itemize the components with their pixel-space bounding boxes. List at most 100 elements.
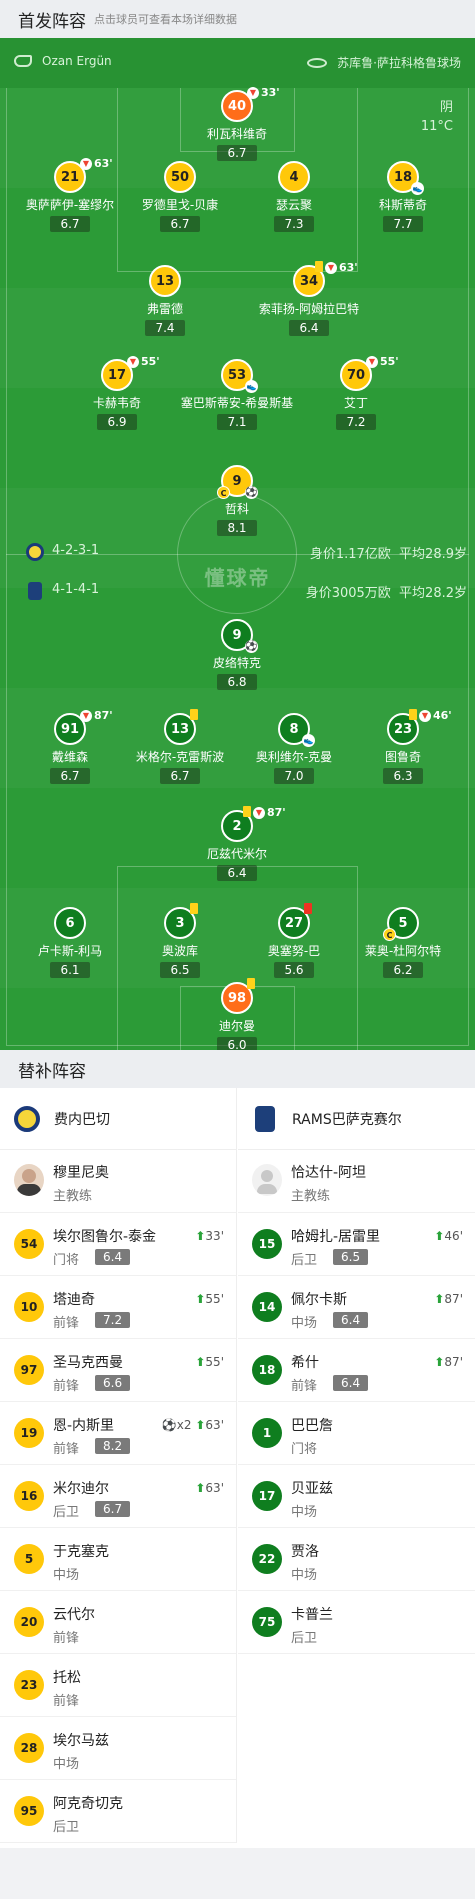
sub-player-row[interactable]: 14 佩尔卡斯 中场 6.4 ⬆87' bbox=[238, 1276, 475, 1339]
away-player[interactable]: 98 迪尔曼 6.0 bbox=[177, 978, 297, 1050]
sub-player-row[interactable]: 20 云代尔 前锋 bbox=[0, 1591, 236, 1654]
player-number: 50 bbox=[164, 161, 196, 193]
goal-ball-icon: ⚽ bbox=[245, 486, 258, 499]
sub-in-icon: ⬆ bbox=[195, 1292, 206, 1306]
sub-player-row[interactable]: 19 恩-内斯里 前锋 8.2 ⚽x2 ⬆63' bbox=[0, 1402, 236, 1465]
coach-avatar-placeholder bbox=[252, 1164, 282, 1196]
away-value: 身价3005万欧 平均28.2岁 bbox=[305, 586, 467, 601]
away-player[interactable]: 9 ⚽ 皮络特克 6.8 bbox=[177, 619, 297, 690]
player-name: 厄兹代米尔 bbox=[206, 847, 267, 861]
player-number: 91 ▼ 87' bbox=[54, 709, 113, 745]
sub-event: ⬆55' bbox=[195, 1292, 224, 1306]
sub-position: 中场 bbox=[53, 1757, 80, 1772]
sub-player-row[interactable]: 22 贾洛 中场 bbox=[238, 1528, 475, 1591]
sub-player-row[interactable]: 75 卡普兰 后卫 bbox=[238, 1591, 475, 1654]
sub-rating: 7.2 bbox=[95, 1312, 131, 1328]
player-name: 奥利维尔-克曼 bbox=[255, 750, 333, 764]
sub-player-row[interactable]: 15 哈姆扎-居雷里 后卫 6.5 ⬆46' bbox=[238, 1213, 475, 1276]
player-rating: 6.9 bbox=[97, 414, 137, 430]
assist-boot-icon: 👟 bbox=[302, 734, 315, 747]
sub-event: ⚽x2 ⬆63' bbox=[161, 1418, 224, 1432]
sub-player-row[interactable]: 1 巴巴詹 门将 bbox=[238, 1402, 475, 1465]
sub-player-row[interactable]: 18 希什 前锋 6.4 ⬆87' bbox=[238, 1339, 475, 1402]
sub-position: 后卫 bbox=[291, 1253, 318, 1268]
player-number: 98 bbox=[221, 978, 255, 1014]
sub-player-row[interactable]: 23 托松 前锋 bbox=[0, 1654, 236, 1717]
sub-player-row[interactable]: 97 圣马克西曼 前锋 6.6 ⬆55' bbox=[0, 1339, 236, 1402]
sub-player-row[interactable]: 54 埃尔图鲁尔-泰金 门将 6.4 ⬆33' bbox=[0, 1213, 236, 1276]
sub-player-row[interactable]: 16 米尔迪尔 后卫 6.7 ⬆63' bbox=[0, 1465, 236, 1528]
away-player[interactable]: 2 ▼ 87' 厄兹代米尔 6.4 bbox=[177, 806, 297, 881]
home-player[interactable]: 4 瑟云聚 7.3 bbox=[234, 161, 354, 232]
home-player[interactable]: 21 ▼ 63' 奥萨萨伊-塞缪尔 6.7 bbox=[10, 157, 130, 232]
subs-header: 替补阵容 bbox=[0, 1050, 475, 1088]
away-player[interactable]: 8 👟 奥利维尔-克曼 7.0 bbox=[234, 713, 354, 784]
sub-player-row[interactable]: 5 于克塞克 中场 bbox=[0, 1528, 236, 1591]
away-player[interactable]: 5 C 莱奥-杜阿尔特 6.2 bbox=[343, 907, 463, 978]
sub-name: 米尔迪尔 bbox=[53, 1481, 109, 1497]
sub-number: 28 bbox=[14, 1733, 44, 1763]
away-player[interactable]: 13 米格尔-克雷斯波 6.7 bbox=[120, 709, 240, 784]
home-team-logo-icon bbox=[14, 1105, 40, 1132]
sub-event: ⬆63' bbox=[195, 1481, 224, 1495]
sub-name: 佩尔卡斯 bbox=[291, 1292, 347, 1308]
sub-event: ⬆87' bbox=[434, 1355, 463, 1369]
sub-player-row[interactable]: 17 贝亚兹 中场 bbox=[238, 1465, 475, 1528]
player-number: 27 bbox=[278, 903, 312, 939]
player-number: 70 ▼ 55' bbox=[340, 355, 399, 391]
home-player[interactable]: 18 👟 科斯蒂奇 7.7 bbox=[343, 161, 463, 232]
sub-position: 中场 bbox=[53, 1568, 80, 1583]
sub-player-row[interactable]: 95 阿克奇切克 后卫 bbox=[0, 1780, 236, 1843]
home-player[interactable]: 70 ▼ 55' 艾丁 7.2 bbox=[296, 355, 416, 430]
home-player[interactable]: 50 罗德里戈-贝康 6.7 bbox=[120, 161, 240, 232]
assist-boot-icon: 👟 bbox=[411, 182, 424, 195]
sub-rating: 6.5 bbox=[333, 1249, 369, 1265]
away-player[interactable]: 23 ▼ 46' 图鲁奇 6.3 bbox=[343, 709, 463, 784]
sub-position: 中场 bbox=[291, 1568, 318, 1583]
player-rating: 6.7 bbox=[217, 145, 257, 161]
player-name: 莱奥-杜阿尔特 bbox=[364, 944, 442, 958]
home-player[interactable]: 34 ▼ 63' 索菲扬-阿姆拉巴特 6.4 bbox=[249, 261, 369, 336]
section-title: 首发阵容 bbox=[18, 11, 86, 32]
sub-in-icon: ⬆ bbox=[195, 1481, 206, 1495]
coach-role: 主教练 bbox=[53, 1189, 93, 1204]
sub-rating: 6.4 bbox=[333, 1375, 369, 1391]
player-number: 9 C ⚽ bbox=[217, 465, 258, 499]
home-player[interactable]: 17 ▼ 55' 卡赫韦奇 6.9 bbox=[57, 355, 177, 430]
sub-player-row[interactable]: 28 埃尔马兹 中场 bbox=[0, 1717, 236, 1780]
sub-number: 17 bbox=[252, 1481, 282, 1511]
sub-event: ⬆87' bbox=[434, 1292, 463, 1306]
home-player[interactable]: 40 ▼ 33' 利瓦科维奇 6.7 bbox=[177, 86, 297, 161]
sub-name: 贝亚兹 bbox=[291, 1481, 333, 1497]
home-player[interactable]: 13 弗雷德 7.4 bbox=[105, 265, 225, 336]
sub-name: 云代尔 bbox=[53, 1607, 95, 1623]
away-player[interactable]: 91 ▼ 87' 戴维森 6.7 bbox=[10, 709, 130, 784]
sub-number: 15 bbox=[252, 1229, 282, 1259]
section-subtitle: 点击球员可查看本场详细数据 bbox=[94, 13, 237, 26]
sub-position: 中场 bbox=[291, 1316, 318, 1331]
sub-name: 埃尔图鲁尔-泰金 bbox=[53, 1229, 157, 1245]
player-number: 13 bbox=[149, 265, 181, 297]
home-player[interactable]: 9 C ⚽ 哲科 8.1 bbox=[177, 465, 297, 536]
sub-rating: 6.7 bbox=[95, 1501, 131, 1517]
away-player[interactable]: 3 奥波库 6.5 bbox=[120, 903, 240, 978]
away-team-header[interactable]: RAMS巴萨克赛尔 bbox=[238, 1088, 475, 1150]
weather: 阴 11°C bbox=[421, 98, 453, 136]
sub-number: 18 bbox=[252, 1355, 282, 1385]
away-player[interactable]: 6 卢卡斯-利马 6.1 bbox=[10, 907, 130, 978]
home-team-header[interactable]: 费内巴切 bbox=[0, 1088, 236, 1150]
away-team-logo-icon bbox=[255, 1105, 275, 1132]
sub-out-icon: ▼ bbox=[127, 355, 139, 368]
home-player[interactable]: 53 👟 塞巴斯蒂安-希曼斯基 7.1 bbox=[177, 359, 297, 430]
away-coach[interactable]: 恰达什-阿坦 主教练 bbox=[238, 1150, 475, 1213]
sub-number: 14 bbox=[252, 1292, 282, 1322]
away-player[interactable]: 27 奥塞努-巴 5.6 bbox=[234, 903, 354, 978]
weather-temperature: 11°C bbox=[420, 119, 453, 134]
home-coach[interactable]: 穆里尼奥 主教练 bbox=[0, 1150, 236, 1213]
goal-ball-icon: ⚽ bbox=[245, 640, 258, 653]
player-rating: 7.2 bbox=[336, 414, 376, 430]
player-name: 利瓦科维奇 bbox=[206, 127, 267, 141]
player-name: 科斯蒂奇 bbox=[378, 198, 427, 212]
sub-name: 卡普兰 bbox=[291, 1607, 333, 1623]
sub-player-row[interactable]: 10 塔迪奇 前锋 7.2 ⬆55' bbox=[0, 1276, 236, 1339]
